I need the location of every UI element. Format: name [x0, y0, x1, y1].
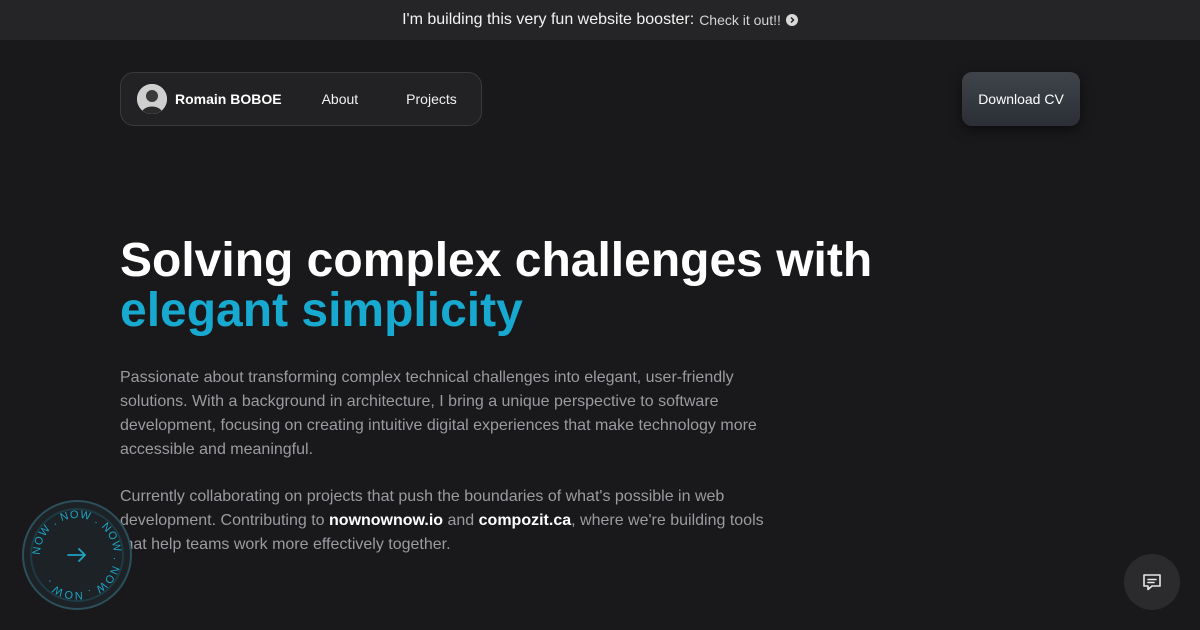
nownownow-link[interactable]: nownownow.io [329, 512, 443, 529]
intro-paragraph-1: Passionate about transforming complex te… [120, 369, 757, 458]
chat-bubble-icon [1143, 574, 1161, 591]
banner-link[interactable]: Check it out!! [699, 12, 798, 28]
hero-line-1: Solving complex challenges with [120, 234, 873, 287]
nav-item-projects[interactable]: Projects [406, 91, 457, 107]
intro-paragraph-2: Currently collaborating on projects that… [120, 485, 790, 557]
avatar[interactable] [137, 84, 167, 114]
now-badge[interactable]: NOW . NOW . NOW . NOW . NOW . [22, 500, 132, 610]
banner-link-label: Check it out!! [699, 12, 781, 28]
chat-button[interactable] [1124, 554, 1180, 610]
banner-text: I'm building this very fun website boost… [402, 11, 695, 28]
chevron-right-circle-icon [785, 14, 798, 26]
compozit-link[interactable]: compozit.ca [479, 512, 571, 529]
nav-item-about[interactable]: About [322, 91, 359, 107]
arrow-right-icon [67, 548, 86, 562]
p2-text-mid: and [443, 512, 479, 529]
hero-line-2: elegant simplicity [120, 284, 523, 337]
main-nav: Romain BOBOE About Projects [120, 72, 482, 126]
hero-heading: Solving complex challenges with elegant … [120, 236, 1020, 336]
brand-name[interactable]: Romain BOBOE [175, 91, 282, 107]
download-cv-button[interactable]: Download CV [962, 72, 1080, 126]
announcement-banner: I'm building this very fun website boost… [0, 0, 1200, 40]
